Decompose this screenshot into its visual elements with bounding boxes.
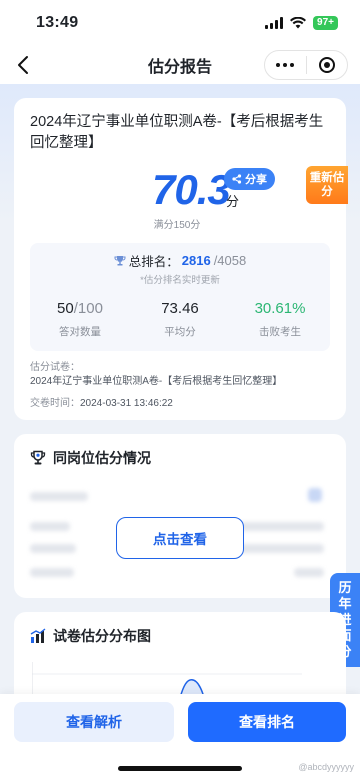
rank-panel: 总排名： 2816/4058 *估分排名实时更新 50/100 答对数量 73.… — [30, 243, 330, 351]
view-analysis-button[interactable]: 查看解析 — [14, 702, 174, 742]
status-time: 13:49 — [36, 14, 79, 31]
rank-value: 2816 — [181, 253, 211, 268]
share-icon — [232, 174, 242, 184]
share-button[interactable]: 分享 — [224, 168, 275, 190]
share-label: 分享 — [245, 174, 267, 186]
peer-title: 同岗位估分情况 — [53, 450, 151, 466]
stat-correct: 50/100 答对数量 — [57, 300, 103, 338]
score-card: 2024年辽宁事业单位职测A卷-【考后根据考生回忆整理】 70.3 分 分享 满… — [14, 98, 348, 420]
distribution-title: 试卷估分分布图 — [53, 628, 151, 644]
battery-indicator: 97+ — [313, 16, 338, 30]
view-peer-button[interactable]: 点击查看 — [116, 517, 244, 559]
score-unit: 分 — [226, 194, 240, 209]
more-button[interactable] — [265, 51, 306, 79]
peer-score-card: 同岗位估分情况 点击查看 — [14, 434, 346, 598]
bar-chart-icon — [30, 628, 46, 643]
mini-program-capsule — [264, 50, 348, 80]
more-dots-icon — [276, 63, 295, 67]
view-rank-button[interactable]: 查看排名 — [188, 702, 346, 742]
nav-bar: 估分报告 — [0, 46, 360, 84]
exam-title: 2024年辽宁事业单位职测A卷-【考后根据考生回忆整理】 — [30, 114, 324, 151]
paper-info: 估分试卷：2024年辽宁事业单位职测A卷-【考后根据考生回忆整理】 — [30, 362, 283, 387]
page-title: 估分报告 — [147, 59, 212, 76]
rank-note: *估分排名实时更新 — [140, 275, 220, 286]
wifi-icon — [290, 17, 307, 29]
stat-beaten: 30.61% 击败考生 — [254, 300, 306, 338]
target-icon — [318, 57, 335, 73]
submit-time-info: 交卷时间：2024-03-31 13:46:22 — [30, 398, 173, 409]
stats-row: 50/100 答对数量 73.46 平均分 30.61% 击败考生 — [30, 300, 330, 339]
rank-total: /4058 — [213, 253, 247, 268]
score-value: 70.3 — [152, 166, 231, 213]
back-arrow-icon[interactable] — [12, 53, 36, 77]
re-estimate-button[interactable]: 重新估分 — [306, 166, 348, 204]
trophy-icon — [30, 450, 46, 465]
home-indicator[interactable] — [118, 766, 242, 771]
close-program-button[interactable] — [307, 51, 348, 79]
trophy-icon — [114, 255, 126, 265]
status-bar: 13:49 97+ — [0, 0, 360, 46]
rank-label: 总排名： — [128, 255, 179, 269]
blurred-content — [30, 492, 88, 501]
signal-icon — [265, 17, 284, 29]
watermark: @abcdyyyyyy — [298, 762, 354, 772]
stat-average: 73.46 平均分 — [161, 300, 199, 338]
